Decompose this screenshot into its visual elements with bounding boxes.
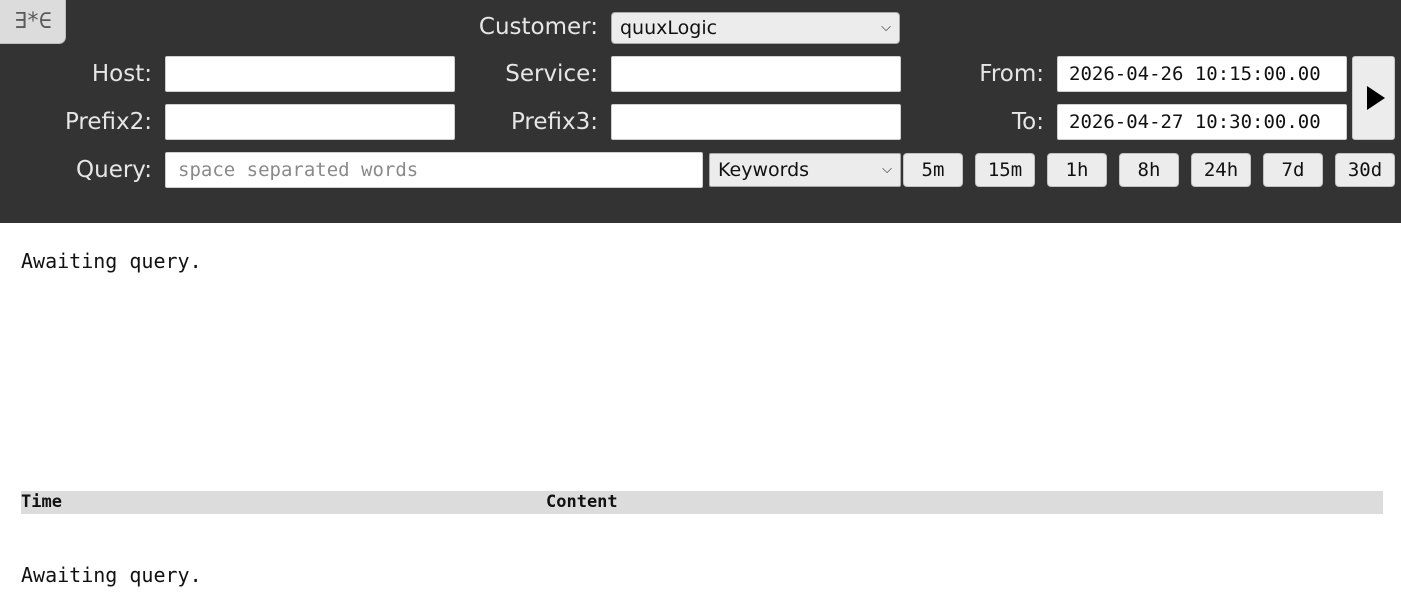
- service-label: Service:: [505, 61, 598, 87]
- range-button-8h[interactable]: 8h: [1119, 153, 1179, 187]
- host-input[interactable]: [165, 56, 455, 92]
- run-query-button[interactable]: [1352, 56, 1395, 140]
- from-datetime-input[interactable]: [1057, 56, 1347, 92]
- chevron-down-icon: ⌵: [882, 162, 892, 177]
- range-button-1h[interactable]: 1h: [1047, 153, 1107, 187]
- results-status: Awaiting query.: [21, 563, 202, 587]
- prefix3-input[interactable]: [611, 104, 901, 140]
- logo-button[interactable]: ∃*∈: [0, 0, 66, 44]
- range-button-5m[interactable]: 5m: [903, 153, 963, 187]
- range-button-30d[interactable]: 30d: [1335, 153, 1395, 187]
- column-header-content: Content: [546, 492, 618, 512]
- query-mode-select[interactable]: Keywords ⌵: [709, 153, 901, 187]
- column-header-time: Time: [21, 492, 62, 512]
- prefix2-input[interactable]: [165, 104, 455, 140]
- range-button-24h[interactable]: 24h: [1191, 153, 1251, 187]
- play-icon: [1366, 86, 1385, 110]
- query-label: Query:: [76, 157, 152, 183]
- from-label: From:: [979, 61, 1044, 87]
- prefix3-label: Prefix3:: [510, 109, 598, 135]
- customer-select[interactable]: quuxLogic ⌵: [611, 12, 900, 44]
- to-label: To:: [1012, 109, 1044, 135]
- logo-icon: ∃*∈: [14, 9, 52, 34]
- customer-label: Customer:: [478, 14, 598, 40]
- query-mode-value: Keywords: [718, 159, 810, 181]
- service-input[interactable]: [611, 56, 901, 92]
- chevron-down-icon: ⌵: [881, 20, 891, 35]
- prefix2-label: Prefix2:: [64, 109, 152, 135]
- customer-select-value: quuxLogic: [620, 17, 718, 39]
- results-table-header: Time Content: [21, 491, 1383, 514]
- range-button-7d[interactable]: 7d: [1263, 153, 1323, 187]
- query-toolbar: ∃*∈ Customer: quuxLogic ⌵ Host: Service:…: [0, 0, 1401, 223]
- host-label: Host:: [91, 61, 152, 87]
- range-button-15m[interactable]: 15m: [975, 153, 1035, 187]
- summary-status: Awaiting query.: [21, 249, 202, 273]
- query-input[interactable]: [165, 152, 703, 188]
- to-datetime-input[interactable]: [1057, 104, 1347, 140]
